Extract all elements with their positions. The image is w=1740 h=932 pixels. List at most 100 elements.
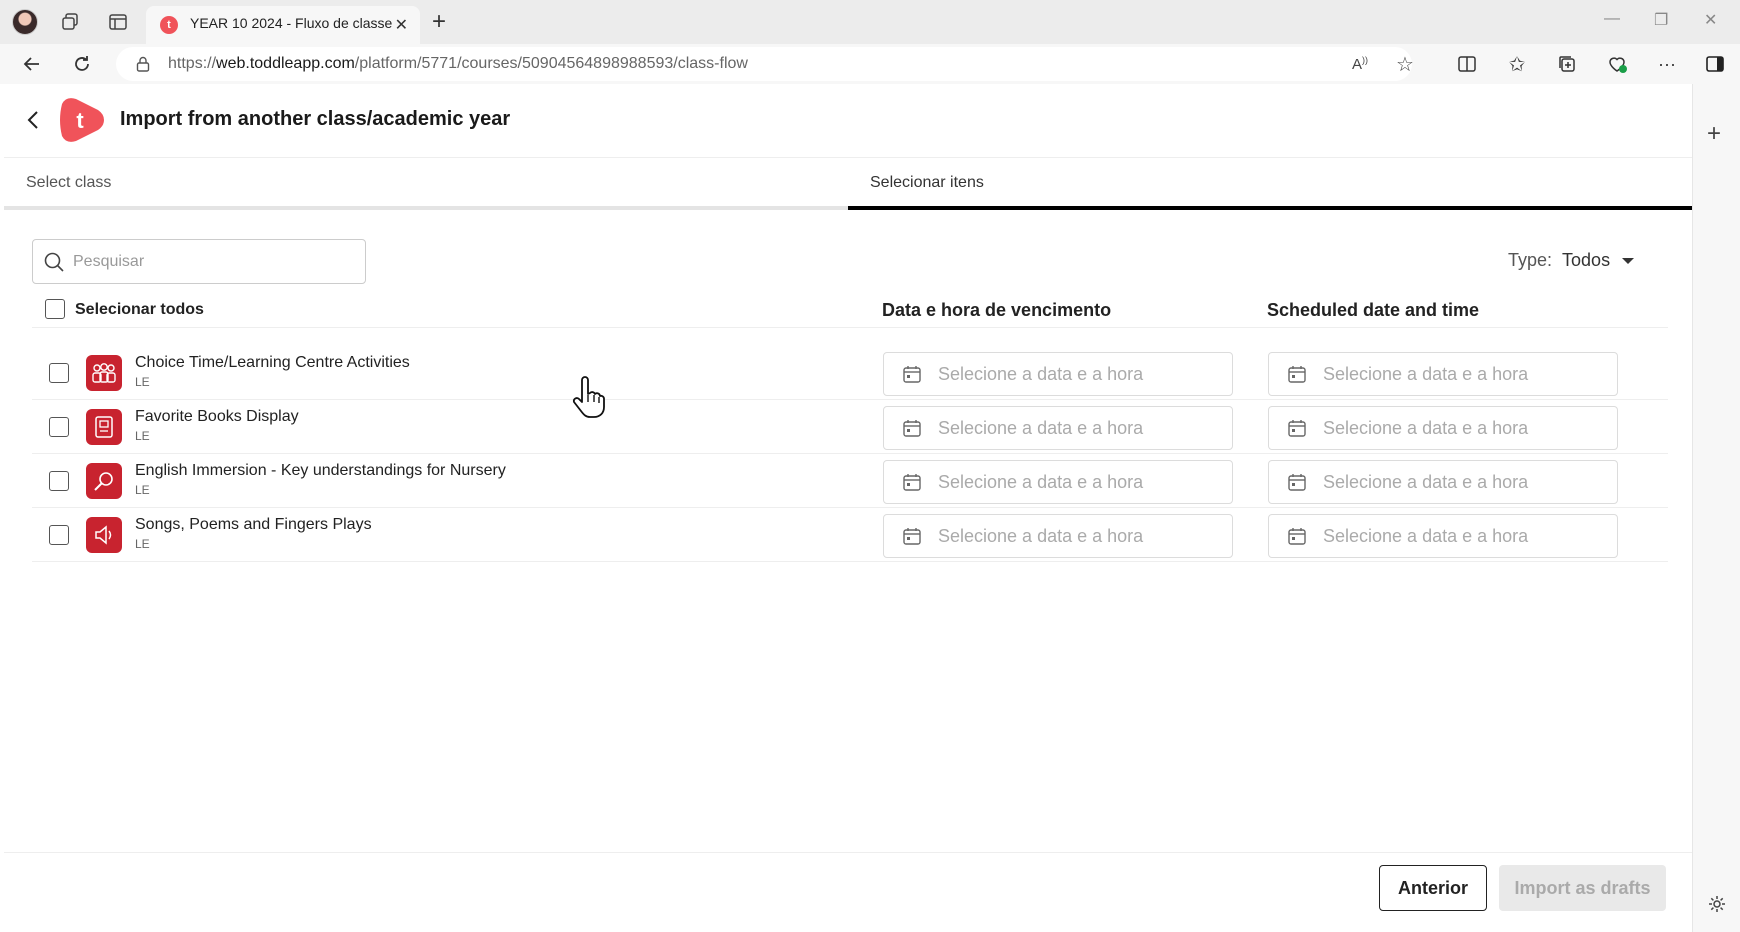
item-subtitle: LE [135, 483, 150, 497]
item-title: Choice Time/Learning Centre Activities [135, 354, 410, 371]
due-date-picker[interactable]: Selecione a data e a hora [883, 406, 1233, 450]
minimize-icon[interactable]: — [1604, 10, 1620, 28]
reload-icon[interactable] [70, 52, 94, 76]
workspaces-icon[interactable] [58, 10, 82, 34]
date-placeholder: Selecione a data e a hora [1323, 364, 1529, 384]
item-subtitle: LE [135, 537, 150, 551]
type-filter-label: Type: [1508, 250, 1553, 270]
item-subtitle: LE [135, 429, 150, 443]
calendar-icon [1287, 364, 1307, 389]
hand-pointer-cursor-icon [570, 376, 606, 423]
address-bar[interactable]: https://web.toddleapp.com/platform/5771/… [116, 47, 1414, 81]
split-screen-icon[interactable] [1455, 52, 1479, 76]
sidebar-toggle-icon[interactable] [1703, 52, 1727, 76]
column-header-scheduled-date: Scheduled date and time [1267, 300, 1480, 320]
stepper: Select class Selecionar itens [4, 158, 1692, 210]
profile-avatar[interactable] [12, 9, 38, 35]
table-row: Choice Time/Learning Centre Activities L… [32, 346, 1668, 400]
back-chevron-icon[interactable] [22, 108, 46, 132]
browser-essentials-icon[interactable] [1605, 52, 1629, 76]
book-icon [86, 409, 122, 445]
step-label: Selecionar itens [870, 174, 984, 191]
step-label: Select class [26, 174, 112, 191]
type-filter-dropdown[interactable]: Type: Todos [1508, 250, 1635, 271]
toddle-logo: t [58, 96, 106, 144]
date-placeholder: Selecione a data e a hora [1323, 526, 1529, 546]
scheduled-date-picker[interactable]: Selecione a data e a hora [1268, 514, 1618, 558]
import-dialog: t Import from another class/academic yea… [4, 84, 1692, 928]
scheduled-date-picker[interactable]: Selecione a data e a hora [1268, 406, 1618, 450]
settings-gear-icon[interactable] [1707, 894, 1727, 919]
due-date-picker[interactable]: Selecione a data e a hora [883, 460, 1233, 504]
browser-sidebar: + [1692, 84, 1740, 932]
favorite-star-icon[interactable]: ☆ [1396, 52, 1414, 77]
favorites-icon[interactable]: ✩ [1505, 52, 1529, 76]
scheduled-date-picker[interactable]: Selecione a data e a hora [1268, 460, 1618, 504]
column-header-due-date: Data e hora de vencimento [882, 300, 1112, 320]
dialog-footer: Anterior Import as drafts [4, 852, 1692, 928]
search-icon [43, 251, 65, 278]
search-box [32, 239, 366, 284]
browser-tab-active[interactable]: t YEAR 10 2024 - Fluxo de classe ✕ [146, 6, 420, 44]
browser-tab-bar: t YEAR 10 2024 - Fluxo de classe ✕ + — ❐… [0, 0, 1740, 44]
table-row: Favorite Books Display LE Selecione a da… [32, 400, 1668, 454]
previous-button[interactable]: Anterior [1379, 865, 1487, 911]
date-placeholder: Selecione a data e a hora [938, 472, 1144, 492]
more-options-icon[interactable]: ··· [1655, 52, 1679, 76]
page-title: Import from another class/academic year [120, 108, 511, 130]
scheduled-date-picker[interactable]: Selecione a data e a hora [1268, 352, 1618, 396]
date-placeholder: Selecione a data e a hora [938, 364, 1144, 384]
item-title: Favorite Books Display [135, 408, 299, 425]
tab-title: YEAR 10 2024 - Fluxo de classe [190, 15, 393, 31]
restore-icon[interactable]: ❐ [1654, 10, 1668, 30]
due-date-picker[interactable]: Selecione a data e a hora [883, 352, 1233, 396]
url-text: https://web.toddleapp.com/platform/5771/… [168, 55, 748, 72]
tab-actions-icon[interactable] [106, 10, 130, 34]
calendar-icon [1287, 418, 1307, 443]
item-title: Songs, Poems and Fingers Plays [135, 516, 372, 533]
window-close-icon[interactable]: ✕ [1704, 10, 1717, 30]
select-all-checkbox[interactable] [45, 299, 65, 319]
group-people-icon [86, 355, 122, 391]
close-tab-icon[interactable]: ✕ [395, 15, 408, 35]
calendar-icon [902, 472, 922, 497]
table-row: Songs, Poems and Fingers Plays LE Seleci… [32, 508, 1668, 562]
search-input[interactable] [73, 240, 353, 283]
read-aloud-icon[interactable]: A)) [1352, 55, 1368, 73]
add-sidebar-app-icon[interactable]: + [1707, 120, 1721, 148]
date-placeholder: Selecione a data e a hora [938, 526, 1144, 546]
row-checkbox[interactable] [49, 525, 69, 545]
row-checkbox[interactable] [49, 417, 69, 437]
date-placeholder: Selecione a data e a hora [938, 418, 1144, 438]
calendar-icon [902, 364, 922, 389]
step-select-items[interactable]: Selecionar itens [848, 158, 1692, 210]
row-checkbox[interactable] [49, 363, 69, 383]
dialog-header: t Import from another class/academic yea… [4, 84, 1692, 158]
calendar-icon [1287, 472, 1307, 497]
browser-toolbar: https://web.toddleapp.com/platform/5771/… [0, 44, 1740, 84]
collections-icon[interactable] [1555, 52, 1579, 76]
due-date-picker[interactable]: Selecione a data e a hora [883, 514, 1233, 558]
caret-down-icon [1622, 257, 1635, 264]
svg-text:t: t [76, 108, 84, 133]
type-filter-value: Todos [1562, 250, 1611, 270]
back-arrow-icon[interactable] [20, 52, 44, 76]
magnifier-icon [86, 463, 122, 499]
date-placeholder: Selecione a data e a hora [1323, 418, 1529, 438]
import-as-drafts-button[interactable]: Import as drafts [1499, 865, 1666, 911]
calendar-icon [902, 526, 922, 551]
table-row: English Immersion - Key understandings f… [32, 454, 1668, 508]
new-tab-icon[interactable]: + [432, 8, 446, 36]
lock-icon[interactable] [136, 56, 150, 77]
select-all-label: Selecionar todos [75, 301, 204, 318]
calendar-icon [1287, 526, 1307, 551]
item-title: English Immersion - Key understandings f… [135, 462, 506, 479]
table-header: Selecionar todos Data e hora de vencimen… [32, 284, 1668, 328]
calendar-icon [902, 418, 922, 443]
step-select-class[interactable]: Select class [4, 158, 848, 210]
date-placeholder: Selecione a data e a hora [1323, 472, 1529, 492]
item-subtitle: LE [135, 375, 150, 389]
speaker-icon [86, 517, 122, 553]
tab-favicon: t [160, 16, 178, 34]
row-checkbox[interactable] [49, 471, 69, 491]
